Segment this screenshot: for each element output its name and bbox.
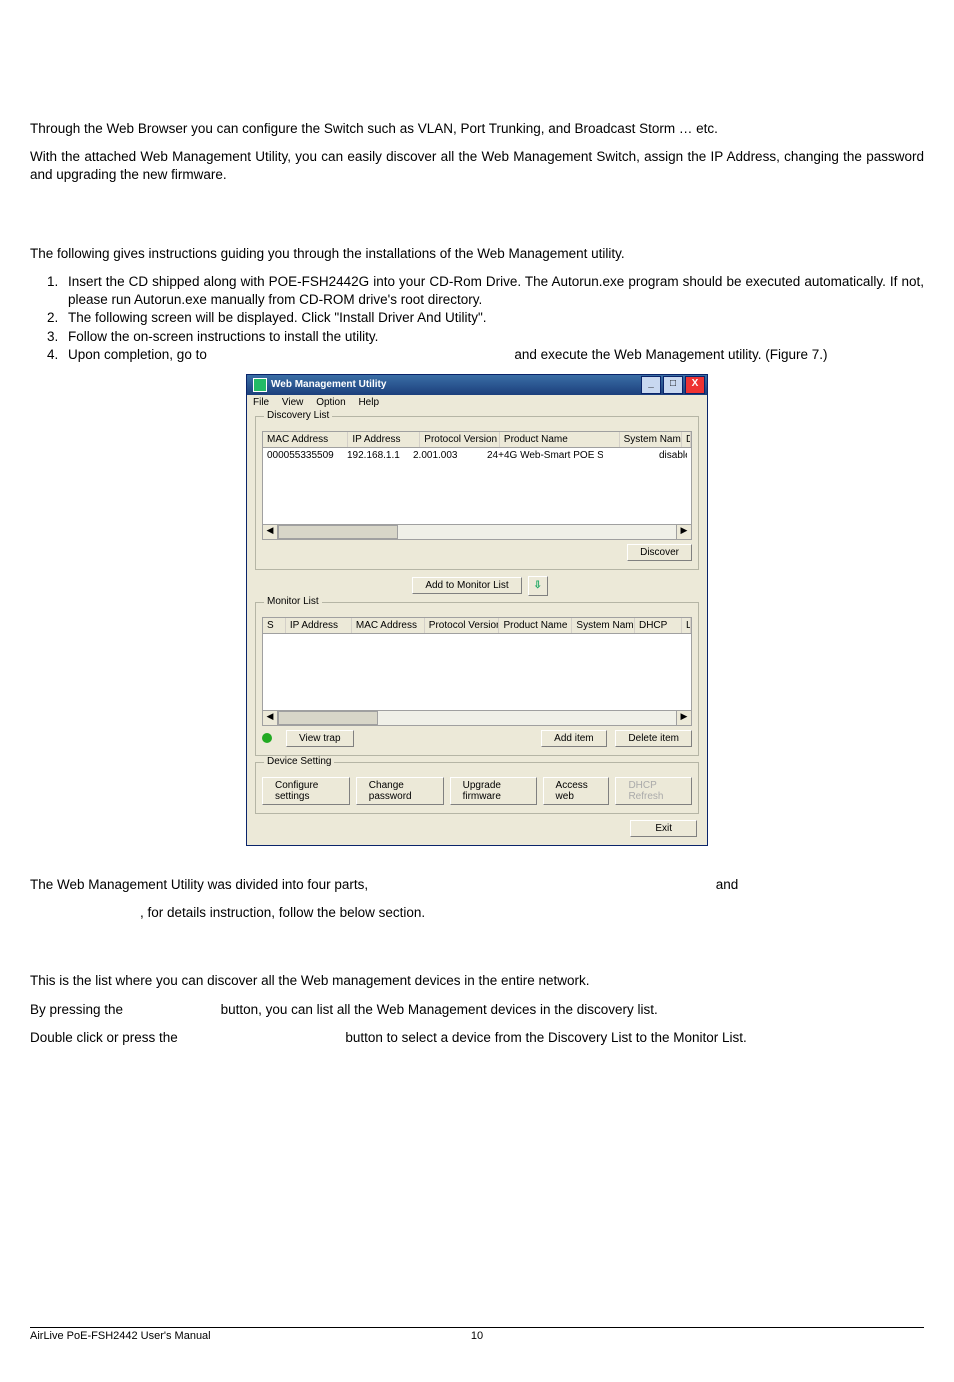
col-ip[interactable]: IP Address <box>348 432 420 447</box>
discovery-header: MAC Address IP Address Protocol Version … <box>262 431 692 448</box>
paragraph-web-browser: Through the Web Browser you can configur… <box>30 120 924 138</box>
step-4-text-a: Upon completion, go to <box>68 347 211 362</box>
scroll-left-icon[interactable]: ◀ <box>263 711 278 725</box>
delete-item-button[interactable]: Delete item <box>615 730 692 747</box>
menu-option[interactable]: Option <box>316 397 345 408</box>
window-title: Web Management Utility <box>271 379 386 390</box>
four-parts-b: and <box>716 877 739 892</box>
col-pn2[interactable]: Product Name <box>499 618 572 633</box>
discover-button[interactable]: Discover <box>627 544 692 561</box>
paragraph-four-parts: The Web Management Utility was divided i… <box>30 876 924 894</box>
monitor-list-title: Monitor List <box>264 596 322 607</box>
scroll-thumb[interactable] <box>278 525 398 539</box>
dhcp-refresh-button: DHCP Refresh <box>615 777 692 805</box>
col-sn2[interactable]: System Name <box>572 618 635 633</box>
add-mon-b: button to select a device from the Disco… <box>345 1030 746 1045</box>
view-trap-button[interactable]: View trap <box>286 730 354 747</box>
scroll-right-icon[interactable]: ▶ <box>676 525 691 539</box>
discovery-h-scrollbar[interactable]: ◀ ▶ <box>262 525 692 540</box>
cell-dhcp: disable <box>659 450 687 461</box>
monitor-header: S IP Address MAC Address Protocol Versio… <box>262 617 692 634</box>
table-row[interactable]: 000055335509 192.168.1.1 2.001.003 24+4G… <box>263 448 691 463</box>
scroll-thumb[interactable] <box>278 711 378 725</box>
paragraph-add-monitor: Double click or press the button to sele… <box>30 1029 924 1047</box>
paragraph-discover-intro: This is the list where you can discover … <box>30 972 924 990</box>
col-ip2[interactable]: IP Address <box>286 618 352 633</box>
paragraph-utility-intro: With the attached Web Management Utility… <box>30 148 924 184</box>
device-setting-title: Device Setting <box>264 756 334 767</box>
discover-a: By pressing the <box>30 1002 127 1017</box>
arrow-down-icon[interactable]: ⇩ <box>528 576 548 596</box>
cell-pn: 24+4G Web-Smart POE Switch .. <box>487 450 603 461</box>
scroll-left-icon[interactable]: ◀ <box>263 525 278 539</box>
menu-bar: File View Option Help <box>247 395 707 410</box>
col-mac2[interactable]: MAC Address <box>352 618 425 633</box>
page-footer: AirLive PoE-FSH2442 User's Manual 10 <box>30 1327 924 1342</box>
monitor-body[interactable] <box>262 634 692 711</box>
menu-help[interactable]: Help <box>358 397 379 408</box>
figure-7-screenshot: Web Management Utility _ □ X File View O… <box>30 374 924 846</box>
app-icon <box>253 378 267 392</box>
close-button[interactable]: X <box>685 376 705 394</box>
cell-ip: 192.168.1.1 <box>347 450 413 461</box>
monitor-h-scrollbar[interactable]: ◀ ▶ <box>262 711 692 726</box>
device-setting-group: Device Setting Configure settings Change… <box>255 762 699 814</box>
discover-b: button, you can list all the Web Managem… <box>221 1002 658 1017</box>
col-lo[interactable]: Lo <box>682 618 691 633</box>
minimize-button[interactable]: _ <box>641 376 661 394</box>
step-3: Follow the on-screen instructions to ins… <box>62 328 924 346</box>
step-4: Upon completion, go to and execute the W… <box>62 346 924 364</box>
discovery-list-group: Discovery List MAC Address IP Address Pr… <box>255 416 699 570</box>
col-dhcp2[interactable]: DHCP <box>635 618 682 633</box>
menu-file[interactable]: File <box>253 397 269 408</box>
col-pv[interactable]: Protocol Version <box>420 432 500 447</box>
col-pn[interactable]: Product Name <box>500 432 620 447</box>
step-1: Insert the CD shipped along with POE-FSH… <box>62 273 924 309</box>
access-web-button[interactable]: Access web <box>543 777 610 805</box>
step-2: The following screen will be displayed. … <box>62 309 924 327</box>
change-password-button[interactable]: Change password <box>356 777 444 805</box>
paragraph-install-intro: The following gives instructions guiding… <box>30 245 924 263</box>
exit-button[interactable]: Exit <box>630 820 697 837</box>
four-parts-a: The Web Management Utility was divided i… <box>30 877 372 892</box>
monitor-list-group: Monitor List S IP Address MAC Address Pr… <box>255 602 699 756</box>
add-mon-a: Double click or press the <box>30 1030 182 1045</box>
col-dhcp[interactable]: DHCP <box>682 432 691 447</box>
step-4-text-b: and execute the Web Management utility. … <box>514 347 827 362</box>
cell-pv: 2.001.003 <box>413 450 487 461</box>
upgrade-firmware-button[interactable]: Upgrade firmware <box>450 777 537 805</box>
page-number: 10 <box>471 1330 483 1342</box>
configure-settings-button[interactable]: Configure settings <box>262 777 350 805</box>
install-steps-list: Insert the CD shipped along with POE-FSH… <box>30 273 924 364</box>
scroll-right-icon[interactable]: ▶ <box>676 711 691 725</box>
status-dot-icon <box>262 733 272 743</box>
col-s[interactable]: S <box>263 618 286 633</box>
window-titlebar[interactable]: Web Management Utility _ □ X <box>247 375 707 395</box>
cell-sn <box>603 450 659 461</box>
col-sn[interactable]: System Name <box>620 432 682 447</box>
col-mac[interactable]: MAC Address <box>263 432 348 447</box>
menu-view[interactable]: View <box>282 397 304 408</box>
footer-text: AirLive PoE-FSH2442 User's Manual <box>30 1330 211 1342</box>
add-item-button[interactable]: Add item <box>541 730 606 747</box>
col-pv2[interactable]: Protocol Version <box>425 618 500 633</box>
discovery-body[interactable]: 000055335509 192.168.1.1 2.001.003 24+4G… <box>262 448 692 525</box>
paragraph-details: , for details instruction, follow the be… <box>30 904 924 922</box>
discovery-list-title: Discovery List <box>264 410 332 421</box>
cell-mac: 000055335509 <box>267 450 347 461</box>
paragraph-discover-button: By pressing the button, you can list all… <box>30 1001 924 1019</box>
add-to-monitor-button[interactable]: Add to Monitor List <box>412 577 521 594</box>
maximize-button[interactable]: □ <box>663 376 683 394</box>
